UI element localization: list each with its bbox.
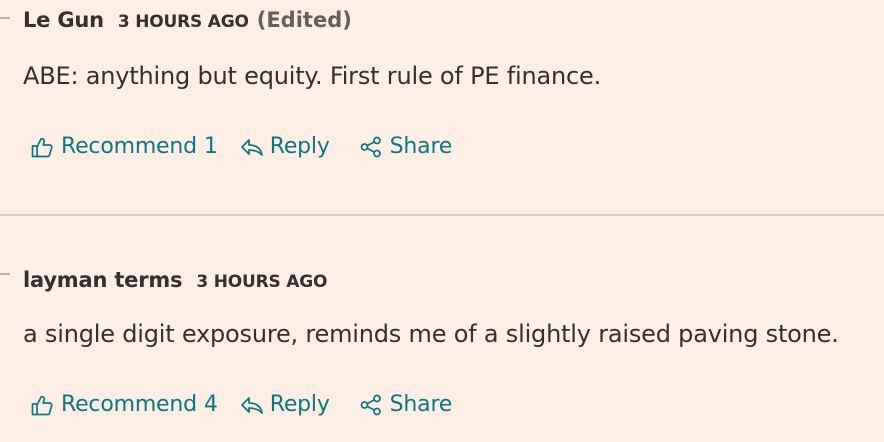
comment: layman terms 3 HOURS AGO a single digit …	[0, 216, 884, 442]
comment-body: ABE: anything but equity. First rule of …	[23, 62, 601, 90]
comment: Le Gun 3 HOURS AGO (Edited) ABE: anythin…	[0, 0, 884, 214]
share-button[interactable]: Share	[360, 134, 453, 159]
comment-author[interactable]: Le Gun	[23, 8, 104, 32]
share-button[interactable]: Share	[360, 392, 453, 417]
share-icon	[360, 136, 381, 157]
comments-page: { "comments": [ { "author": "Le Gun", "t…	[0, 0, 884, 442]
recommend-count: 4	[203, 392, 218, 417]
reply-label: Reply	[269, 392, 330, 417]
recommend-button[interactable]: Recommend 4	[31, 392, 218, 417]
recommend-label: Recommend	[61, 392, 197, 417]
thread-line	[0, 17, 10, 19]
reply-arrow-icon	[240, 396, 263, 414]
comment-timestamp: 3 HOURS AGO	[117, 12, 249, 32]
thumbs-up-icon	[31, 395, 53, 415]
share-icon	[360, 394, 381, 415]
recommend-count: 1	[203, 134, 218, 159]
reply-arrow-icon	[240, 138, 263, 156]
thumbs-up-icon	[31, 137, 53, 157]
reply-button[interactable]: Reply	[240, 134, 330, 159]
share-label: Share	[389, 392, 453, 417]
recommend-button[interactable]: Recommend 1	[31, 134, 218, 159]
reply-button[interactable]: Reply	[240, 392, 330, 417]
share-label: Share	[389, 134, 453, 159]
thread-line	[0, 273, 10, 275]
edited-label: (Edited)	[256, 8, 352, 32]
reply-label: Reply	[269, 134, 330, 159]
recommend-label: Recommend	[61, 134, 197, 159]
comment-body: a single digit exposure, reminds me of a…	[23, 320, 839, 348]
comment-meta: Le Gun 3 HOURS AGO (Edited)	[23, 8, 352, 32]
comment-timestamp: 3 HOURS AGO	[196, 272, 328, 292]
comment-meta: layman terms 3 HOURS AGO	[23, 268, 327, 292]
comment-author[interactable]: layman terms	[23, 268, 183, 292]
comment-actions: Recommend 1 Reply Share	[31, 134, 452, 159]
comment-actions: Recommend 4 Reply Share	[31, 392, 452, 417]
